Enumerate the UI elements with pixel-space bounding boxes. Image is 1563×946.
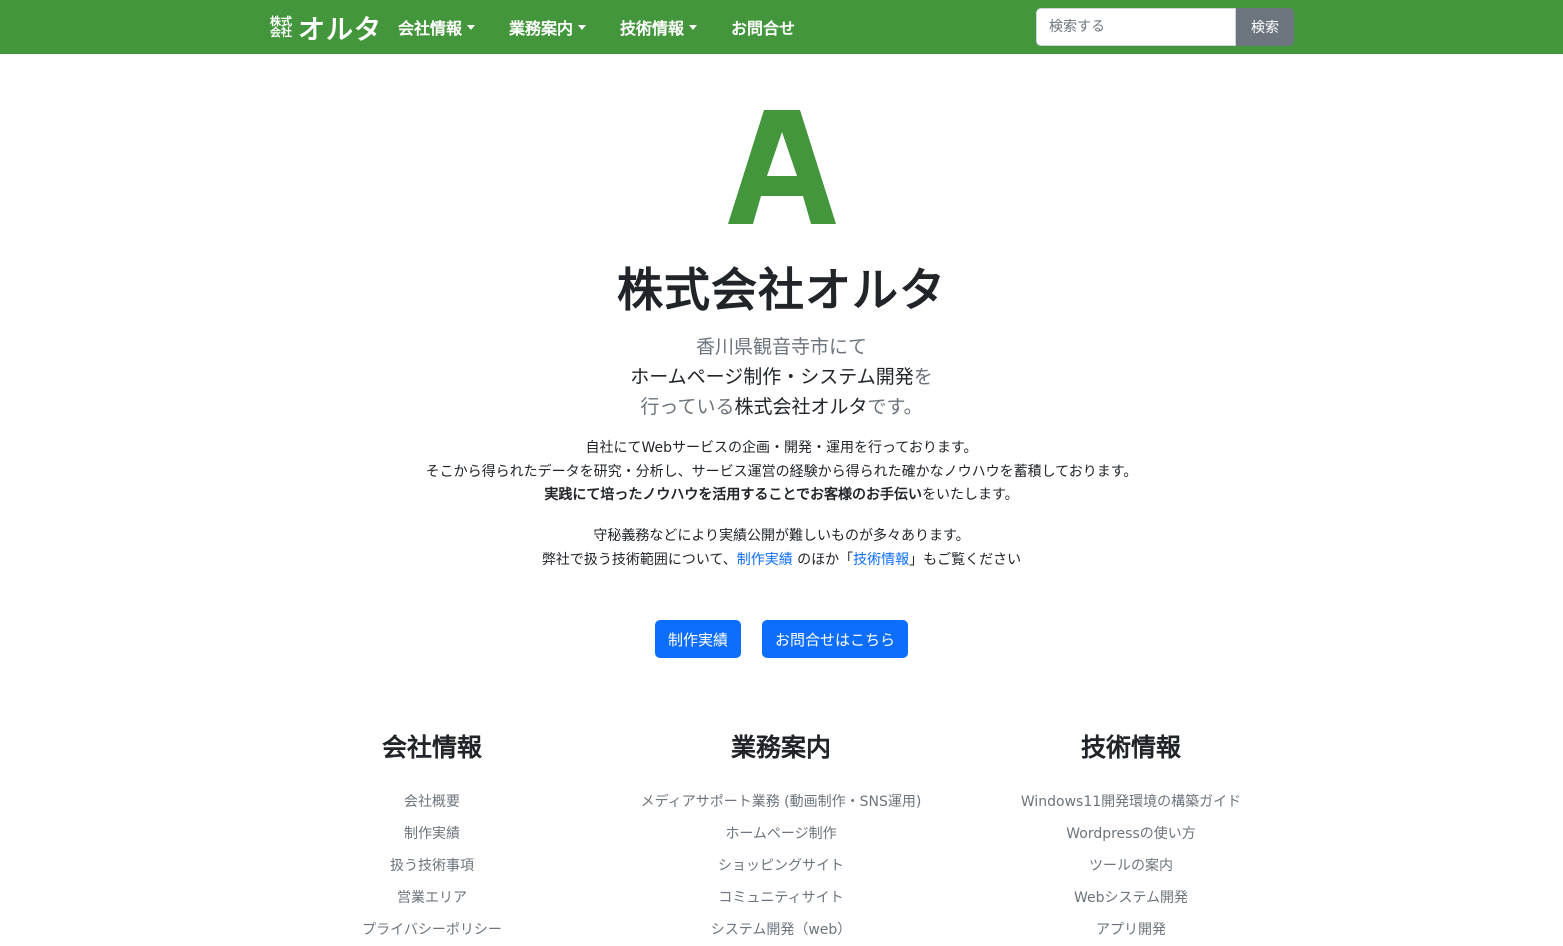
company-logo-icon [728,110,836,224]
nav-services-dropdown[interactable]: 業務案内 [509,15,587,39]
list-item[interactable]: コミュニティサイト [581,882,981,914]
desc-line-3-strong: 実践にて培ったノウハウを活用することでお客様のお手伝い [544,487,922,503]
list-item[interactable]: 制作実績 [232,818,632,850]
lead-line-2-suffix: を [913,366,933,388]
works-button[interactable]: 制作実績 [654,620,741,658]
company-info-column: 会社情報 会社概要 制作実績 扱う技術事項 営業エリア プライバシーポリシー [232,728,632,946]
list-item[interactable]: Webシステム開発 [931,882,1331,914]
lead-company-name: 株式会社オルタ [734,396,868,418]
list-item[interactable]: プライバシーポリシー [232,914,632,946]
list-item[interactable]: メディアサポート業務 (動画制作・SNS運用) [581,786,981,818]
lead-line-1: 香川県観音寺市にて [695,336,867,358]
nav-tech-dropdown[interactable]: 技術情報 [620,15,698,39]
brand-small-bottom: 会社 [270,26,292,39]
list-item[interactable]: 会社概要 [232,786,632,818]
chevron-down-icon [467,24,476,30]
column-heading: 業務案内 [730,733,831,762]
desc-line-3-suffix: をいたします。 [921,487,1019,503]
lead-line-3-prefix: 行っている [640,396,735,418]
list-item[interactable]: システム開発（web） [581,914,981,946]
lead-services: ホームページ制作・システム開発 [630,366,914,388]
column-heading: 技術情報 [1080,733,1181,762]
chevron-down-icon [689,24,698,30]
chevron-down-icon [578,24,587,30]
navbar: 株式 会社 オルタ 会社情報 業務案内 技術情報 お問合せ 検索 [0,0,1563,54]
list-item[interactable]: Wordpressの使い方 [931,818,1331,850]
list-item[interactable]: アプリ開発 [931,914,1331,946]
link-list: Windows11開発環境の構築ガイド Wordpressの使い方 ツールの案内… [931,786,1331,946]
desc-line-1: 自社にてWebサービスの企画・開発・運用を行っております。 [585,440,978,456]
search-form: 検索 [1036,8,1294,46]
search-input[interactable] [1036,8,1236,46]
nav-contact-link[interactable]: お問合せ [731,15,795,39]
note-line-2-prefix: 弊社で扱う技術範囲について、 [541,552,737,568]
note-line-2-mid: のほか「 [792,552,854,568]
link-list: 会社概要 制作実績 扱う技術事項 営業エリア プライバシーポリシー [232,786,632,946]
link-list: メディアサポート業務 (動画制作・SNS運用) ホームページ制作 ショッピングサ… [581,786,981,946]
nav-menu: 会社情報 業務案内 技術情報 お問合せ [398,0,795,54]
works-link[interactable]: 制作実績 [737,552,793,568]
list-item[interactable]: ショッピングサイト [581,850,981,882]
hero-buttons: 制作実績 お問合せはこちら [0,620,1563,658]
nav-company-dropdown[interactable]: 会社情報 [398,15,476,39]
note-line-2-suffix: 」もご覧ください [909,552,1022,568]
list-item[interactable]: Windows11開発環境の構築ガイド [931,786,1331,818]
tech-info-link[interactable]: 技術情報 [853,552,909,568]
hero-description: 自社にてWebサービスの企画・開発・運用を行っております。 そこから得られたデー… [0,437,1563,508]
nav-services-label: 業務案内 [509,19,574,38]
desc-line-2: そこから得られたデータを研究・分析し、サービス運営の経験から得られた確かなノウハ… [425,463,1138,480]
services-column: 業務案内 メディアサポート業務 (動画制作・SNS運用) ホームページ制作 ショ… [581,728,981,946]
hero-note: 守秘義務などにより実績公開が難しいものが多々あります。 弊社で扱う技術範囲につい… [0,524,1563,572]
note-line-1: 守秘義務などにより実績公開が難しいものが多々あります。 [593,528,970,544]
nav-company-label: 会社情報 [398,19,463,38]
nav-contact-label: お問合せ [731,19,796,38]
contact-button[interactable]: お問合せはこちら [762,620,909,658]
brand-name: オルタ [298,14,382,46]
brand-small-text: 株式 会社 [270,16,294,38]
list-item[interactable]: ホームページ制作 [581,818,981,850]
list-item[interactable]: 営業エリア [232,882,632,914]
tech-info-column: 技術情報 Windows11開発環境の構築ガイド Wordpressの使い方 ツ… [931,728,1331,946]
column-heading: 会社情報 [381,733,482,762]
page-title: 株式会社オルタ [617,263,946,317]
list-item[interactable]: 扱う技術事項 [232,850,632,882]
search-button[interactable]: 検索 [1236,8,1294,46]
hero-lead: 香川県観音寺市にて ホームページ制作・システム開発を 行っている株式会社オルタで… [0,332,1563,422]
lead-line-3-suffix: です。 [867,396,923,418]
list-item[interactable]: ツールの案内 [931,850,1331,882]
nav-tech-label: 技術情報 [620,19,685,38]
brand-logo[interactable]: 株式 会社 オルタ [270,8,382,46]
